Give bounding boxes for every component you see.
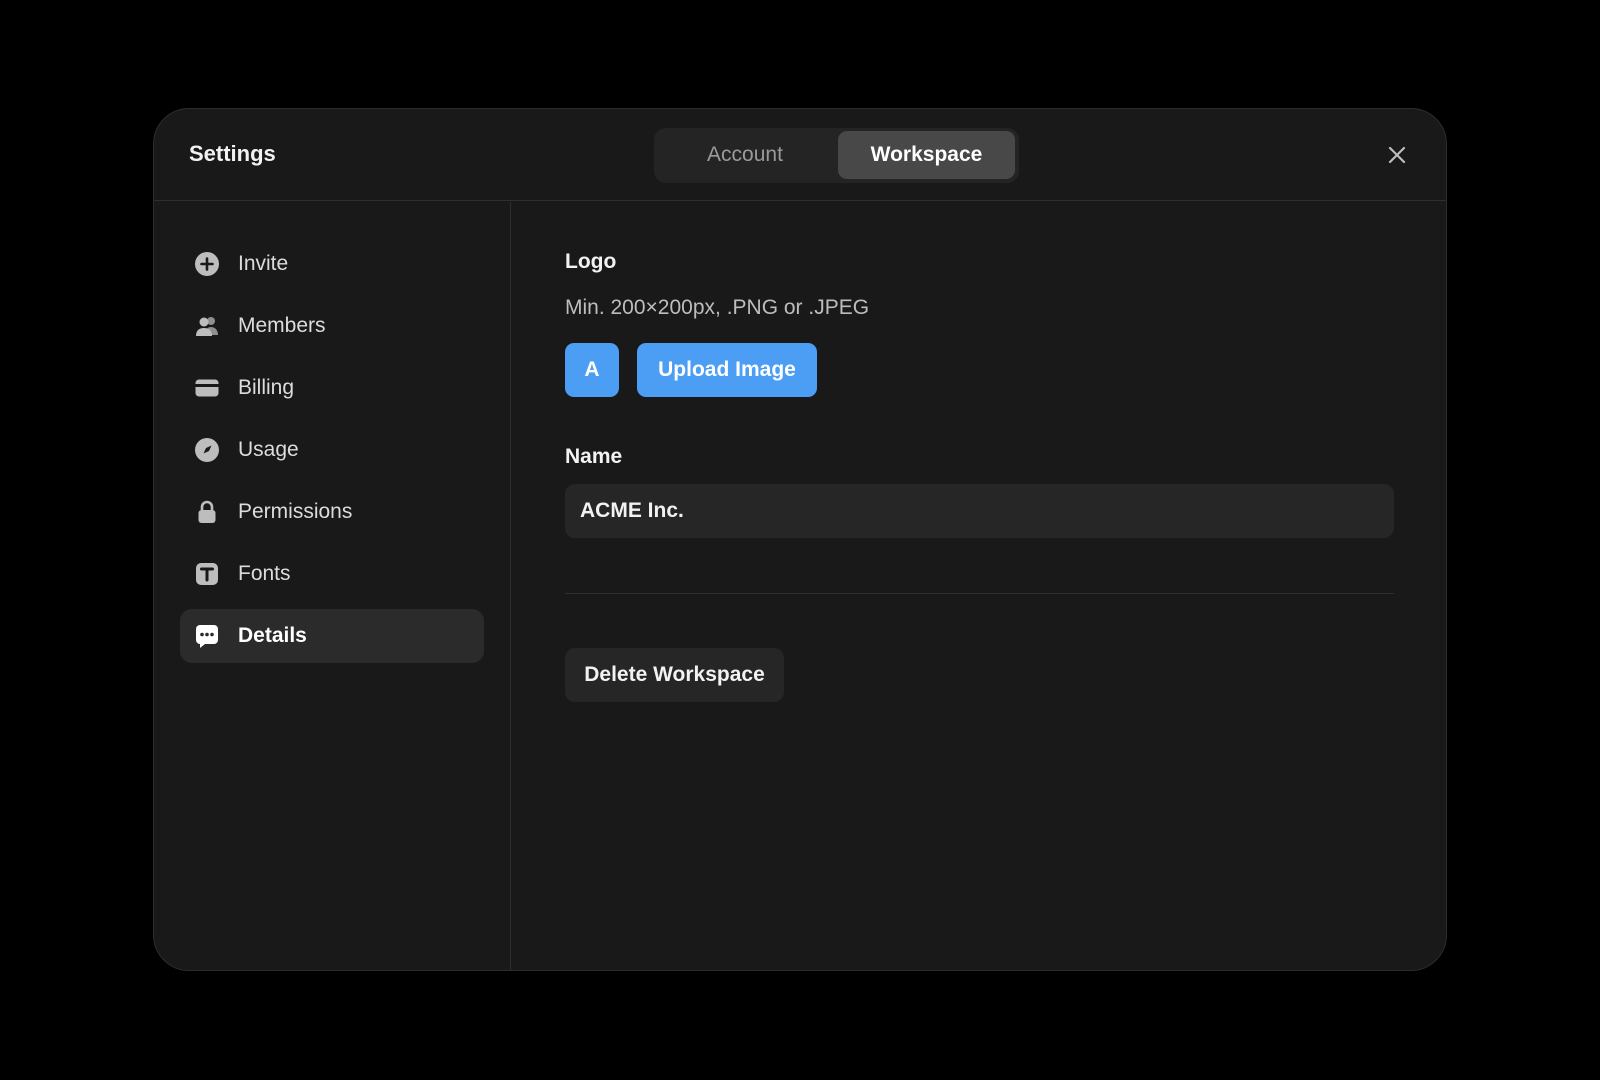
upload-image-button[interactable]: Upload Image — [637, 343, 817, 397]
tab-workspace[interactable]: Workspace — [838, 131, 1015, 179]
dialog-header: Settings Account Workspace — [154, 109, 1446, 201]
sidebar-item-details[interactable]: Details — [180, 609, 484, 663]
close-button[interactable] — [1381, 139, 1413, 171]
workspace-name-input[interactable] — [565, 484, 1394, 538]
workspace-avatar: A — [565, 343, 619, 397]
gauge-icon — [194, 437, 220, 463]
sidebar: Invite Members Billing Usage Permissions… — [154, 202, 511, 970]
sidebar-item-label: Invite — [238, 252, 289, 275]
sidebar-item-label: Permissions — [238, 500, 353, 523]
settings-dialog: Settings Account Workspace Invite Member… — [153, 108, 1447, 971]
sidebar-item-label: Fonts — [238, 562, 291, 585]
users-icon — [194, 313, 220, 339]
dialog-title: Settings — [189, 141, 276, 166]
sidebar-item-billing[interactable]: Billing — [180, 361, 484, 415]
logo-hint: Min. 200×200px, .PNG or .JPEG — [565, 296, 870, 319]
close-icon — [1388, 146, 1406, 164]
credit-card-icon — [194, 375, 220, 401]
sidebar-item-label: Details — [238, 624, 307, 647]
lock-icon — [194, 499, 220, 525]
sidebar-item-invite[interactable]: Invite — [180, 237, 484, 291]
delete-workspace-button[interactable]: Delete Workspace — [565, 648, 784, 702]
sidebar-item-label: Members — [238, 314, 326, 337]
sidebar-item-fonts[interactable]: Fonts — [180, 547, 484, 601]
sidebar-item-permissions[interactable]: Permissions — [180, 485, 484, 539]
sidebar-item-label: Billing — [238, 376, 295, 399]
chat-dots-icon — [194, 623, 220, 649]
type-icon — [194, 561, 220, 587]
tab-switcher: Account Workspace — [654, 128, 1019, 183]
sidebar-item-members[interactable]: Members — [180, 299, 484, 353]
sidebar-item-label: Usage — [238, 438, 299, 461]
plus-circle-icon — [194, 251, 220, 277]
logo-label: Logo — [565, 250, 617, 273]
divider — [565, 593, 1394, 594]
details-panel: Logo Min. 200×200px, .PNG or .JPEG A Upl… — [512, 202, 1446, 970]
tab-account[interactable]: Account — [658, 131, 832, 179]
name-label: Name — [565, 445, 623, 468]
sidebar-item-usage[interactable]: Usage — [180, 423, 484, 477]
